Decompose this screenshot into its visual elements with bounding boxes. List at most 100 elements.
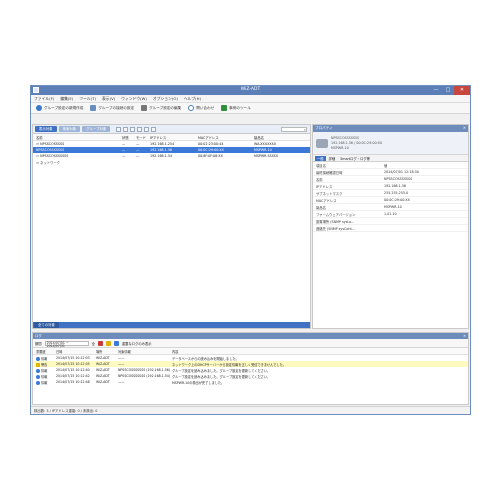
col-mode[interactable]: モード (136, 135, 150, 140)
log-toolbar: 期間 2014/07/01 ~ 2014/07/31 全 重要なログのみ表示 (33, 339, 468, 348)
close-icon[interactable]: ✕ (463, 125, 466, 132)
info-icon (36, 356, 40, 361)
log-target: —— (118, 356, 125, 360)
maximize-button[interactable]: □ (442, 86, 454, 95)
tab-all-targets[interactable]: 全ての対象 (34, 322, 59, 328)
new-group-button[interactable]: グループ設定の新規作成 (34, 105, 85, 111)
col-product[interactable]: 製品名 (254, 135, 304, 140)
col-severity[interactable]: 重要度 (33, 349, 56, 354)
table-row[interactable]: ▭ ネットワーク (33, 159, 310, 165)
property-key: MACアドレス (316, 198, 337, 203)
log-content: ネットワーク上のDHCPサーバーから設定情報を正しく受信できませんでした。 (172, 362, 286, 367)
filter-icon[interactable] (116, 126, 122, 132)
cell-mode: — (136, 148, 140, 152)
properties-pane: プロパティ ✕ NPSSCOSSSSSSS 192.168.1.56 / 00:… (312, 124, 469, 329)
edit-group-button[interactable]: グループ設定の編集 (139, 105, 183, 111)
device-summary: NPSSCOSSSSSSS 192.168.1.56 / 00:0C:29:00… (313, 132, 468, 155)
info-filter-icon[interactable] (113, 340, 119, 346)
property-value: 255.255.255.0 (384, 191, 409, 195)
col-name[interactable]: 名前 (33, 135, 122, 140)
help-label: 問い合わせ (196, 105, 215, 110)
property-row: 連絡先 (SNMP sysCont... (313, 225, 468, 232)
log-title: ログ (35, 334, 42, 338)
property-row: IPアドレス 192.168.1.56 (313, 183, 468, 190)
log-place: WiZ-ADT (96, 374, 110, 378)
properties-tabs: 一般 詳細 Smartログ・ログ等 (313, 155, 468, 162)
important-only-toggle[interactable]: 重要なログのみ表示 (122, 341, 152, 346)
tab-smartlog[interactable]: Smartログ・ログ等 (338, 156, 372, 161)
collapse-icon[interactable] (137, 126, 143, 132)
cell-ip: 192.168.1.56 (150, 148, 173, 152)
menu-window[interactable]: ウィンドウ(W) (121, 96, 147, 102)
property-row: 項目名 値 (313, 162, 468, 169)
col-target[interactable]: 対象情報 (118, 349, 172, 354)
menu-file[interactable]: ファイル(F) (34, 96, 54, 102)
log-severity: 情報 (41, 356, 48, 361)
device-summary-product: MSPWR-10 (331, 146, 349, 150)
cell-product: MSPWR-10 (254, 148, 272, 152)
menu-tools[interactable]: ツール(T) (79, 96, 96, 102)
info-icon (36, 374, 40, 379)
log-target: —— (118, 362, 125, 366)
tab-details[interactable]: 詳細 (327, 156, 338, 161)
device-list-pane: 表示対象 検索対象 グループ対象 ⌕ 名前 状態 モード IPアドレス MACア… (32, 124, 311, 329)
col-ip[interactable]: IPアドレス (150, 135, 198, 140)
log-title-bar: ログ ✕ (33, 333, 468, 339)
property-row: MACアドレス 00:0C:29:00:XX (313, 197, 468, 204)
info-icon (36, 380, 40, 385)
list-view-icon[interactable] (144, 126, 150, 132)
cell-ip: 192.168.1.54 (150, 154, 173, 158)
refresh-icon[interactable] (123, 126, 129, 132)
help-button[interactable]: 問い合わせ (186, 105, 216, 111)
search-input[interactable]: ⌕ (281, 126, 307, 132)
property-row: 製品名 MSPWR-10 (313, 204, 468, 211)
date-range-select[interactable]: 2014/07/01 ~ 2014/07/31 (44, 340, 89, 347)
tab-group[interactable]: グループ対象 (82, 126, 111, 132)
tab-display[interactable]: 表示対象 (35, 126, 57, 132)
tools-button[interactable]: 事例のツール (219, 105, 253, 111)
close-icon[interactable]: ✕ (463, 333, 466, 339)
col-state[interactable]: 状態 (122, 135, 136, 140)
property-value: 2014/07/01 12:18:30 (384, 170, 419, 174)
col-place[interactable]: 場所 (96, 349, 118, 354)
log-date: 2014/07/15 10:12:40 (56, 368, 90, 372)
log-place: WiZ-ADT (96, 362, 110, 366)
pencil-icon (141, 105, 148, 111)
menu-options[interactable]: オプション(O) (153, 96, 178, 102)
menu-edit[interactable]: 編集(E) (60, 96, 73, 102)
log-target: —— (118, 380, 125, 384)
plus-icon (90, 105, 97, 111)
close-button[interactable]: ✕ (454, 86, 470, 95)
properties-title: プロパティ (315, 126, 333, 130)
col-mac[interactable]: MACアドレス (198, 135, 254, 140)
minimize-button[interactable]: — (430, 86, 442, 95)
cell-name: NPSSCOSSSSSSS (36, 148, 65, 152)
menu-help[interactable]: ヘルプ(H) (184, 96, 201, 102)
property-key: 名前 (316, 177, 323, 182)
tab-search[interactable]: 検索対象 (58, 126, 81, 132)
expand-icon[interactable] (130, 126, 136, 132)
group-connect-button[interactable]: グループの接続の設定 (88, 105, 136, 111)
cell-product: WA-XXXXXXX (254, 142, 277, 146)
grid-view-icon[interactable] (151, 126, 157, 132)
error-filter-icon[interactable] (97, 340, 103, 346)
log-severity: 情報 (41, 374, 48, 379)
log-row[interactable]: 情報 2014/07/15 10:12:48 WiZ-ADT —— MSPWR-… (33, 379, 468, 385)
log-place: WiZ-ADT (96, 356, 110, 360)
col-datetime[interactable]: 日時 (56, 349, 96, 354)
menu-view[interactable]: 表示(V) (102, 96, 115, 102)
green-box-icon (221, 105, 228, 111)
property-key: 製品名 (316, 205, 326, 210)
warning-filter-icon[interactable] (105, 340, 111, 346)
app-window: WiZ-ADT — □ ✕ ファイル(F) 編集(E) ツール(T) 表示(V)… (30, 85, 471, 415)
col-content[interactable]: 内容 (172, 349, 452, 354)
left-pane-footer: 全ての対象 (33, 322, 310, 328)
cell-product: MSPWR-SSSSS (254, 154, 278, 158)
tab-general[interactable]: 一般 (315, 155, 326, 161)
log-date: 2014/07/15 10:12:48 (56, 380, 90, 384)
log-count-label: 全 (91, 341, 95, 346)
cell-name: ▭ ネットワーク (36, 160, 60, 165)
device-summary-address: 192.168.1.56 / 00:0C:29:00:XX (331, 141, 383, 145)
log-place: WiZ-ADT (96, 368, 110, 372)
log-target: NPSSCOSSSSSSS (192.168.1.56) (118, 368, 171, 372)
